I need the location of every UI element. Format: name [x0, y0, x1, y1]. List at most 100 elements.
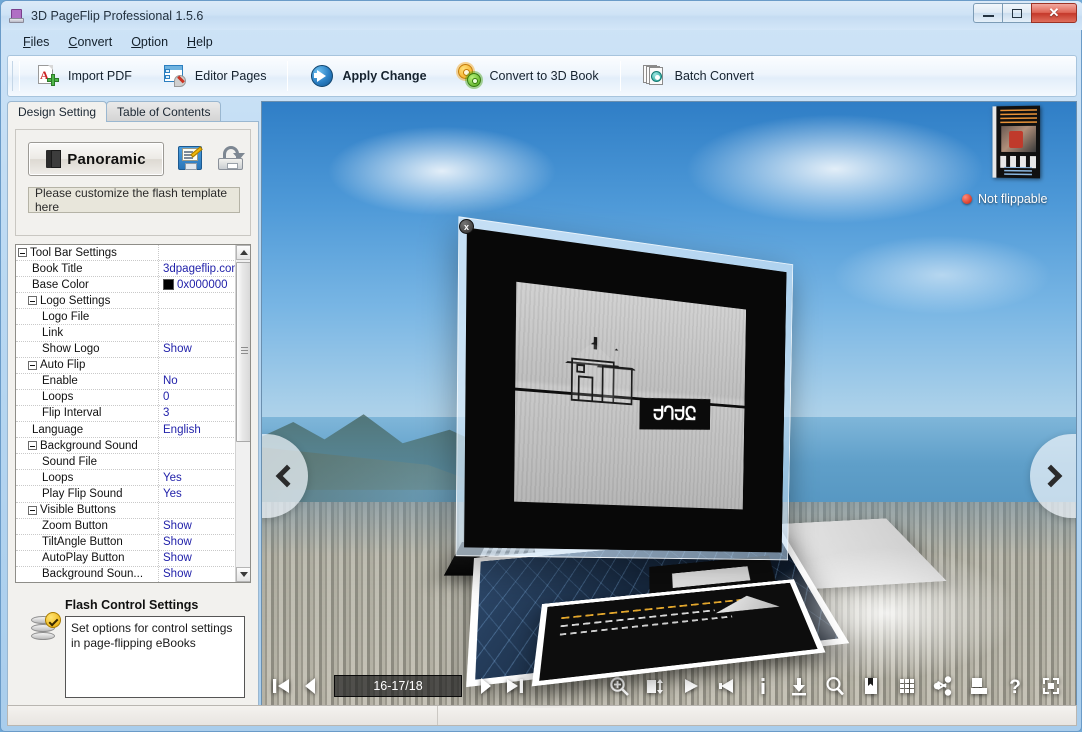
- menu-help[interactable]: Help: [178, 32, 223, 52]
- flash-preview-area[interactable]: ԶԵՐԵ x Not flippable 16-17/18 ?: [261, 101, 1077, 709]
- previous-page-button[interactable]: [300, 675, 322, 697]
- property-row[interactable]: Language English: [16, 422, 236, 439]
- screen-illustration: ԶԵՐԵ: [514, 281, 746, 510]
- property-value[interactable]: [159, 358, 236, 373]
- property-value[interactable]: 0x000000: [159, 277, 236, 292]
- info-button[interactable]: [752, 675, 774, 697]
- book-cover-thumbnail[interactable]: [992, 105, 1041, 179]
- property-value[interactable]: [159, 325, 236, 340]
- status-cell-2: [438, 706, 1076, 725]
- scroll-up-button[interactable]: [236, 245, 250, 260]
- download-button[interactable]: [788, 675, 810, 697]
- property-row[interactable]: Tool Bar Settings: [16, 245, 236, 262]
- property-row[interactable]: Play Flip Sound Yes: [16, 486, 236, 503]
- status-cell-1: [8, 706, 438, 725]
- property-value[interactable]: Show: [159, 342, 236, 357]
- property-row[interactable]: Flip Interval 3: [16, 405, 236, 423]
- sound-button[interactable]: [716, 675, 738, 697]
- property-row[interactable]: Enable No: [16, 373, 236, 390]
- batch-convert-button[interactable]: Batch Convert: [627, 59, 769, 93]
- help-button[interactable]: ?: [1004, 675, 1026, 698]
- expander-collapse-icon[interactable]: [28, 296, 37, 306]
- editor-pages-button[interactable]: Editor Pages: [147, 59, 282, 93]
- minimize-button[interactable]: [973, 3, 1002, 23]
- load-template-button[interactable]: [216, 144, 246, 174]
- first-page-button[interactable]: [270, 675, 292, 697]
- property-value[interactable]: 3dpageflip.com: [159, 261, 236, 276]
- menu-files[interactable]: Files: [14, 32, 59, 52]
- expander-collapse-icon[interactable]: [28, 505, 37, 515]
- property-row[interactable]: Sound File: [16, 454, 236, 471]
- property-row[interactable]: Logo Settings: [16, 293, 236, 310]
- property-grid-scrollbar[interactable]: [235, 245, 250, 582]
- search-button[interactable]: [824, 675, 846, 697]
- auto-play-button[interactable]: [680, 675, 702, 697]
- property-value[interactable]: Yes: [159, 486, 236, 501]
- property-value[interactable]: Show: [159, 551, 236, 566]
- property-value[interactable]: [159, 454, 236, 469]
- property-row[interactable]: Book Title 3dpageflip.com: [16, 261, 236, 278]
- property-row[interactable]: Auto Flip: [16, 357, 236, 374]
- property-value-label: Show: [163, 552, 192, 565]
- property-value[interactable]: No: [159, 374, 236, 389]
- property-row[interactable]: Loops 0: [16, 389, 236, 406]
- menu-option[interactable]: Option: [122, 32, 178, 52]
- zoom-in-button[interactable]: [608, 675, 630, 697]
- property-grid[interactable]: Tool Bar Settings Book Title 3dpageflip.co…: [15, 244, 251, 583]
- share-button[interactable]: [932, 675, 954, 697]
- property-row[interactable]: AutoPlay Button Show: [16, 550, 236, 567]
- expander-collapse-icon[interactable]: [18, 248, 27, 258]
- property-value[interactable]: English: [159, 422, 236, 437]
- tab-design-setting[interactable]: Design Setting: [7, 101, 108, 122]
- property-value[interactable]: [159, 503, 236, 518]
- menu-convert-rest: onvert: [77, 35, 113, 49]
- property-value[interactable]: [159, 293, 236, 308]
- template-select-button[interactable]: Panoramic: [28, 142, 164, 176]
- property-row[interactable]: Link: [16, 325, 236, 342]
- property-value[interactable]: [159, 438, 236, 453]
- expander-collapse-icon[interactable]: [28, 360, 37, 370]
- import-pdf-button[interactable]: A Import PDF: [20, 59, 147, 93]
- property-name-label: Enable: [42, 375, 78, 388]
- property-value[interactable]: Show: [159, 535, 236, 550]
- property-row[interactable]: Background Soun... Show: [16, 566, 236, 582]
- close-button[interactable]: ✕: [1031, 3, 1077, 23]
- property-name-label: Base Color: [32, 278, 89, 291]
- maximize-button[interactable]: [1002, 3, 1031, 23]
- property-row[interactable]: Show Logo Show: [16, 341, 236, 358]
- property-row[interactable]: Visible Buttons: [16, 502, 236, 519]
- print-button[interactable]: [968, 675, 990, 697]
- convert-to-3d-book-button[interactable]: Convert to 3D Book: [442, 59, 614, 93]
- property-row[interactable]: Loops Yes: [16, 470, 236, 487]
- menu-convert[interactable]: Convert: [59, 32, 122, 52]
- property-row[interactable]: Zoom Button Show: [16, 518, 236, 535]
- expander-collapse-icon[interactable]: [28, 441, 37, 451]
- property-row[interactable]: Background Sound: [16, 438, 236, 455]
- tilt-angle-button[interactable]: [644, 675, 666, 697]
- toolbar-grip[interactable]: [12, 61, 20, 91]
- last-page-button[interactable]: [504, 675, 526, 697]
- page-indicator-input[interactable]: 16-17/18: [334, 675, 462, 697]
- thumbnails-button[interactable]: [896, 675, 918, 697]
- property-value[interactable]: Yes: [159, 470, 236, 485]
- scroll-down-button[interactable]: [236, 567, 250, 582]
- property-row[interactable]: Base Color 0x000000: [16, 277, 236, 294]
- next-page-button[interactable]: [474, 675, 496, 697]
- property-row[interactable]: TiltAngle Button Show: [16, 534, 236, 551]
- bookmark-button[interactable]: [860, 675, 882, 697]
- property-value[interactable]: Show: [159, 519, 236, 534]
- fullscreen-button[interactable]: [1040, 675, 1062, 697]
- property-value[interactable]: [159, 309, 236, 324]
- property-name-label: Tool Bar Settings: [30, 246, 117, 259]
- page-close-button[interactable]: x: [459, 219, 474, 234]
- property-value[interactable]: 3: [159, 406, 236, 421]
- property-value[interactable]: 0: [159, 390, 236, 405]
- save-template-button[interactable]: [176, 144, 206, 174]
- tab-table-of-contents[interactable]: Table of Contents: [106, 101, 222, 122]
- color-swatch-icon[interactable]: [163, 279, 174, 291]
- scrollbar-thumb[interactable]: [236, 262, 250, 442]
- apply-change-button[interactable]: Apply Change: [294, 59, 441, 93]
- property-row[interactable]: Logo File: [16, 309, 236, 326]
- property-value[interactable]: [159, 245, 236, 260]
- property-value[interactable]: Show: [159, 567, 236, 582]
